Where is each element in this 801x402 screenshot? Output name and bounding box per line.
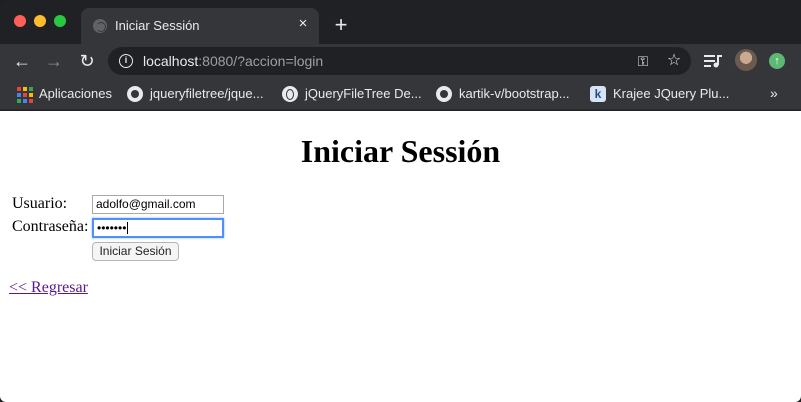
back-link[interactable]: << Regresar [9, 279, 88, 297]
globe-icon [93, 19, 107, 33]
page-content: Iniciar Sessión Usuario: adolfo@gmail.co… [0, 111, 801, 402]
bookmark-krajee-jquery[interactable]: k Krajee JQuery Plu... [590, 85, 730, 103]
bookmark-label: jQueryFileTree De... [305, 86, 422, 101]
back-button[interactable]: ← [11, 50, 33, 72]
bookmark-jqueryfiletree-github[interactable]: jqueryfiletree/jque... [127, 85, 267, 103]
password-input[interactable]: ••••••• [92, 218, 224, 238]
site-info-icon[interactable]: i [119, 54, 133, 68]
url-text[interactable]: localhost:8080/?accion=login [143, 53, 323, 69]
apps-grid-dot [29, 99, 33, 103]
star-icon[interactable]: ☆ [665, 52, 683, 70]
apps-grid-dot [17, 93, 21, 97]
apps-grid-dot [29, 87, 33, 91]
login-submit-button[interactable]: Iniciar Sesión [92, 242, 179, 261]
new-tab-button[interactable]: + [331, 14, 351, 36]
user-label: Usuario: [12, 195, 68, 212]
user-input[interactable]: adolfo@gmail.com [92, 195, 224, 214]
github-icon [436, 86, 452, 102]
apps-grid-icon [16, 86, 33, 103]
apps-grid-dot [23, 99, 27, 103]
url-host: localhost [143, 53, 199, 69]
krajee-icon: k [590, 86, 606, 102]
text-caret [127, 222, 129, 234]
browser-window: Iniciar Sessión × + ← → ↻ i localhost:80… [0, 0, 801, 402]
profile-avatar[interactable] [735, 49, 757, 71]
apps-grid-dot [23, 93, 27, 97]
password-mask: ••••••• [97, 221, 127, 235]
bookmark-aplicaciones[interactable]: Aplicaciones [16, 85, 116, 103]
close-tab-icon[interactable]: × [295, 16, 311, 32]
bookmarks-bar: Aplicaciones jqueryfiletree/jque... jQue… [0, 78, 801, 110]
url-path: :8080/?accion=login [198, 53, 324, 69]
password-label: Contraseña: [12, 218, 89, 235]
update-icon[interactable]: ↑ [769, 53, 785, 69]
minimize-window-button[interactable] [34, 15, 46, 27]
bookmark-jqueryfiletree-demo[interactable]: jQueryFileTree De... [282, 85, 422, 103]
reload-button[interactable]: ↻ [76, 50, 98, 72]
bookmark-kartik-bootstrap[interactable]: kartik-v/bootstrap... [436, 85, 576, 103]
close-window-button[interactable] [14, 15, 26, 27]
address-bar[interactable]: i localhost:8080/?accion=login ⚿ ☆ [108, 47, 691, 75]
maximize-window-button[interactable] [54, 15, 66, 27]
tab-title: Iniciar Sessión [115, 18, 200, 33]
bookmark-label: Aplicaciones [39, 86, 112, 101]
tab-strip: Iniciar Sessión × + [0, 0, 801, 44]
apps-grid-dot [17, 99, 21, 103]
page-title: Iniciar Sessión [300, 133, 501, 169]
browser-toolbar: ← → ↻ i localhost:8080/?accion=login ⚿ ☆… [0, 44, 801, 78]
bookmark-label: Krajee JQuery Plu... [613, 86, 730, 101]
forward-button[interactable]: → [43, 50, 65, 72]
bookmarks-overflow-icon[interactable]: » [770, 85, 778, 101]
tab-iniciar-sesion[interactable]: Iniciar Sessión × [81, 8, 319, 44]
key-icon[interactable]: ⚿ [635, 53, 651, 69]
github-icon [127, 86, 143, 102]
bookmark-label: kartik-v/bootstrap... [459, 86, 570, 101]
apps-grid-dot [29, 93, 33, 97]
bookmark-label: jqueryfiletree/jque... [150, 86, 264, 101]
media-playlist-icon[interactable] [704, 53, 722, 69]
globe-icon [282, 86, 298, 102]
apps-grid-dot [23, 87, 27, 91]
apps-grid-dot [17, 87, 21, 91]
